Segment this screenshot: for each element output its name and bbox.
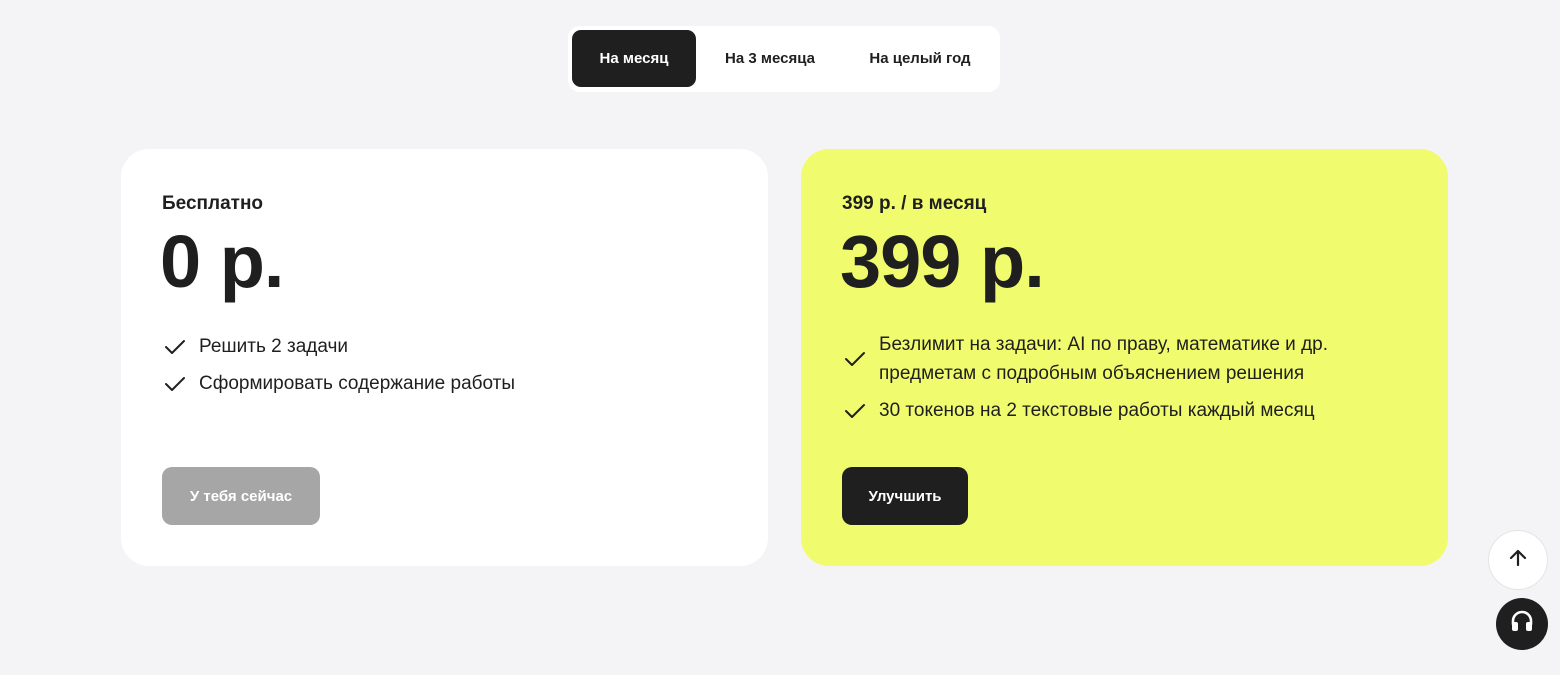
feature-item: Безлимит на задачи: AI по праву, математ… <box>842 330 1402 388</box>
feature-text: Сформировать содержание работы <box>199 373 516 394</box>
headset-icon <box>1509 609 1535 640</box>
tab-3-months[interactable]: На 3 месяца <box>696 30 844 87</box>
feature-list: Решить 2 задачи Сформировать содержание … <box>162 332 515 406</box>
plan-price: 0 р. <box>160 220 284 303</box>
tab-yearly[interactable]: На целый год <box>844 30 996 87</box>
current-plan-button[interactable]: У тебя сейчас <box>162 467 320 525</box>
feature-item: Решить 2 задачи <box>162 332 515 361</box>
feature-text: Безлимит на задачи: AI по праву, математ… <box>879 334 1329 384</box>
feature-text: Решить 2 задачи <box>199 336 349 357</box>
pricing-page: На месяц На 3 месяца На целый год Беспла… <box>0 0 1560 675</box>
check-icon <box>842 401 868 421</box>
feature-item: 30 токенов на 2 текстовые работы каждый … <box>842 396 1402 425</box>
plan-price: 399 р. <box>840 220 1045 303</box>
period-tabs: На месяц На 3 месяца На целый год <box>568 26 1000 92</box>
arrow-up-icon <box>1508 548 1528 573</box>
check-icon <box>842 349 868 369</box>
scroll-top-button[interactable] <box>1488 530 1548 590</box>
feature-item: Сформировать содержание работы <box>162 369 515 398</box>
plan-name: 399 р. / в месяц <box>842 193 987 214</box>
check-icon <box>162 374 188 394</box>
free-plan-card: Бесплатно 0 р. Решить 2 задачи Сформиров… <box>121 149 768 566</box>
check-icon <box>162 337 188 357</box>
plan-name: Бесплатно <box>162 193 264 214</box>
feature-text: 30 токенов на 2 текстовые работы каждый … <box>879 400 1315 421</box>
support-button[interactable] <box>1496 598 1548 650</box>
upgrade-button[interactable]: Улучшить <box>842 467 968 525</box>
feature-list: Безлимит на задачи: AI по праву, математ… <box>842 330 1402 433</box>
pro-plan-card: 399 р. / в месяц 399 р. Безлимит на зада… <box>801 149 1448 566</box>
tab-monthly[interactable]: На месяц <box>572 30 696 87</box>
